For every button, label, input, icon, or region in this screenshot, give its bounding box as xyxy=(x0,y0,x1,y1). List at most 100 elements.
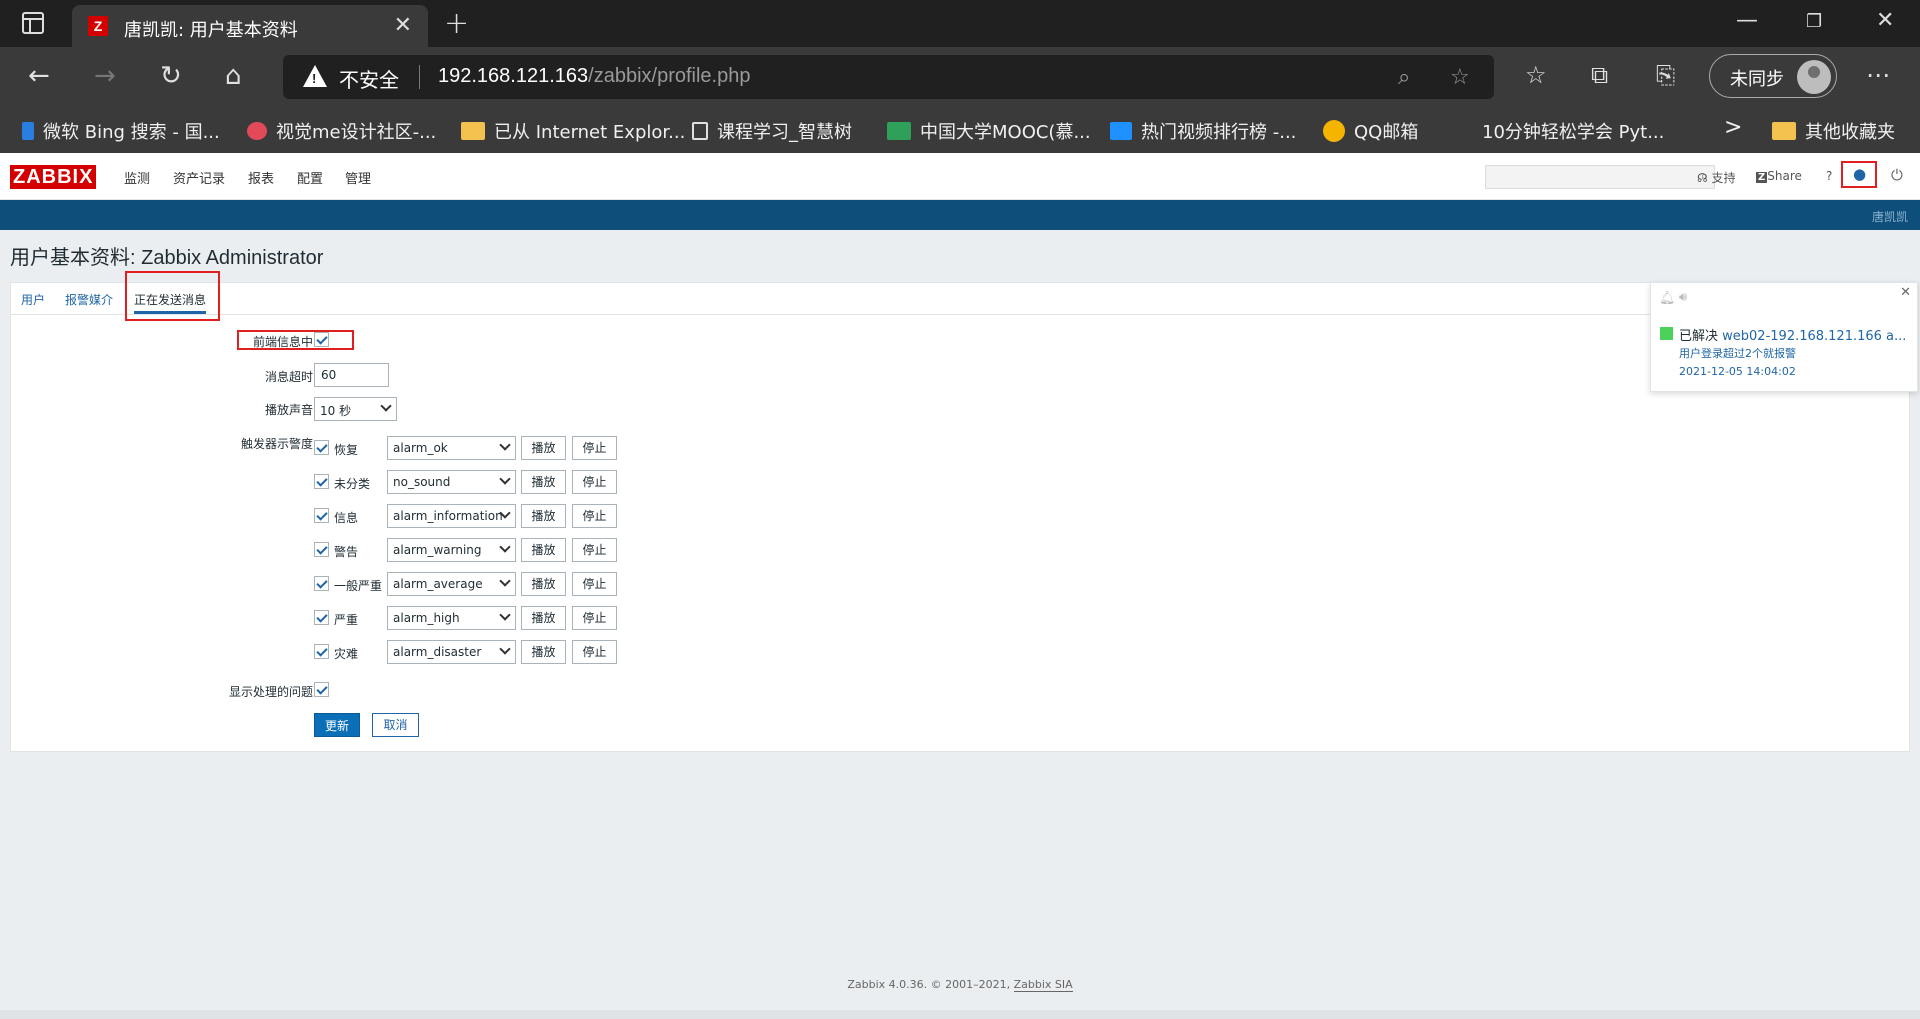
bookmark-zhihuishu[interactable]: 课程学习_智慧树 xyxy=(692,118,852,144)
bookmark-bing[interactable]: 微软 Bing 搜索 - 国... xyxy=(22,118,220,144)
severity-checkbox[interactable] xyxy=(314,644,329,659)
help-link[interactable]: ? xyxy=(1826,169,1832,183)
tab-title: 唐凯凯: 用户基本资料 xyxy=(124,20,298,41)
share-link[interactable]: Z Share xyxy=(1756,169,1802,183)
stop-button[interactable]: 停止 xyxy=(572,470,617,494)
user-profile-button[interactable]: ● xyxy=(1841,161,1877,188)
severity-sound-select[interactable]: alarm_warning xyxy=(387,538,516,562)
bookmark-shijueme[interactable]: 视觉me设计社区-... xyxy=(247,118,436,144)
stop-button[interactable]: 停止 xyxy=(572,640,617,664)
bell-icon[interactable]: 🔔︎ xyxy=(1659,291,1676,306)
severity-checkbox[interactable] xyxy=(314,508,329,523)
home-icon[interactable]: ⌂ xyxy=(225,61,242,91)
show-suppressed-checkbox[interactable] xyxy=(314,682,329,697)
user-icon: ● xyxy=(1853,165,1867,183)
restore-icon[interactable]: ❐ xyxy=(1806,11,1822,32)
chevron-right-icon[interactable]: > xyxy=(1724,115,1742,140)
bookmarks-bar: 微软 Bing 搜索 - 国... 视觉me设计社区-... 已从 Intern… xyxy=(0,107,1920,153)
bookmark-qqmail[interactable]: QQ邮箱 xyxy=(1323,118,1418,144)
profile-avatar xyxy=(1797,60,1831,94)
severity-name: 灾难 xyxy=(334,647,359,661)
browser-tab[interactable]: Z 唐凯凯: 用户基本资料 ✕ xyxy=(72,5,428,47)
screenshot-icon[interactable]: ⎘ xyxy=(1656,61,1675,89)
mooc-icon xyxy=(887,122,911,140)
footer-link[interactable]: Zabbix SIA xyxy=(1013,978,1073,992)
bookmark-ie-folder[interactable]: 已从 Internet Explor... xyxy=(461,118,685,144)
play-button[interactable]: 播放 xyxy=(521,436,566,460)
support-link[interactable]: ☊ 支持 xyxy=(1697,169,1736,186)
notification-message[interactable]: 用户登录超过2个就报警 xyxy=(1679,345,1796,361)
speaker-icon[interactable]: 🔊︎ xyxy=(1679,290,1687,305)
notification-host-link[interactable]: web02-192.168.121.166 a... xyxy=(1722,329,1906,344)
severity-checkbox[interactable] xyxy=(314,440,329,455)
page-title: 用户基本资料: Zabbix Administrator xyxy=(10,247,324,269)
stop-button[interactable]: 停止 xyxy=(572,606,617,630)
profile-form-panel: 用户 报警媒介 正在发送消息 前端信息中 消息超时 60 播放声音 10 秒 触… xyxy=(10,271,1910,752)
severity-sound-value: alarm_disaster xyxy=(393,645,482,659)
severity-sound-select[interactable]: alarm_disaster xyxy=(387,640,516,664)
collections-icon[interactable]: ⧉ xyxy=(1591,61,1608,89)
chevron-down-icon xyxy=(499,439,511,451)
bookmark-other-folder[interactable]: 其他收藏夹 xyxy=(1772,118,1895,144)
bookmark-python[interactable]: 10分钟轻松学会 Pyt... xyxy=(1482,118,1664,144)
stop-button[interactable]: 停止 xyxy=(572,436,617,460)
stop-button[interactable]: 停止 xyxy=(572,504,617,528)
bookmark-mooc[interactable]: 中国大学MOOC(慕... xyxy=(887,118,1091,144)
timeout-input[interactable]: 60 xyxy=(314,363,389,387)
play-button[interactable]: 播放 xyxy=(521,640,566,664)
severity-sound-select[interactable]: no_sound xyxy=(387,470,516,494)
add-favorite-icon[interactable]: ☆ xyxy=(1450,65,1470,90)
severity-sound-select[interactable]: alarm_high xyxy=(387,606,516,630)
menu-administration[interactable]: 管理 xyxy=(345,168,371,187)
play-button[interactable]: 播放 xyxy=(521,504,566,528)
tab-user[interactable]: 用户 xyxy=(21,291,45,308)
close-window-icon[interactable]: ✕ xyxy=(1876,8,1894,33)
play-button[interactable]: 播放 xyxy=(521,470,566,494)
zabbix-logo[interactable]: ZABBIX xyxy=(10,165,97,189)
severity-checkbox[interactable] xyxy=(314,610,329,625)
play-button[interactable]: 播放 xyxy=(521,572,566,596)
play-sound-select[interactable]: 10 秒 xyxy=(314,397,397,421)
refresh-icon[interactable]: ↻ xyxy=(160,61,182,91)
profile-sync-button[interactable]: 未同步 xyxy=(1709,54,1837,98)
cancel-button[interactable]: 取消 xyxy=(372,713,419,737)
forward-icon[interactable]: → xyxy=(94,61,116,91)
stop-button[interactable]: 停止 xyxy=(572,572,617,596)
frontend-messaging-label: 前端信息中 xyxy=(252,335,313,349)
zabbix-favicon-icon: Z xyxy=(88,16,108,36)
address-bar[interactable]: 不安全 192.168.121.163/zabbix/profile.php ⌕… xyxy=(283,55,1494,99)
menu-reports[interactable]: 报表 xyxy=(248,168,274,187)
sign-out-icon[interactable]: ⏻ xyxy=(1891,166,1903,184)
bookmark-bilibili[interactable]: 热门视频排行榜 -... xyxy=(1110,118,1296,144)
severity-checkbox[interactable] xyxy=(314,474,329,489)
more-options-icon[interactable]: ⋯ xyxy=(1866,61,1890,89)
tab-actions-icon[interactable] xyxy=(22,12,44,34)
menu-monitoring[interactable]: 监测 xyxy=(124,168,150,187)
severity-sound-value: alarm_ok xyxy=(393,441,448,455)
stop-button[interactable]: 停止 xyxy=(572,538,617,562)
menu-configuration[interactable]: 配置 xyxy=(297,168,323,187)
severity-sound-select[interactable]: alarm_ok xyxy=(387,436,516,460)
bookmark-label: 微软 Bing 搜索 - 国... xyxy=(43,122,220,143)
frontend-messaging-checkbox[interactable] xyxy=(314,332,329,347)
menu-inventory[interactable]: 资产记录 xyxy=(173,168,225,187)
global-search-input[interactable]: ⌕ xyxy=(1485,165,1715,189)
play-button[interactable]: 播放 xyxy=(521,538,566,562)
new-tab-icon[interactable]: + xyxy=(444,6,469,41)
severity-sound-select[interactable]: alarm_information xyxy=(387,504,516,528)
tab-media[interactable]: 报警媒介 xyxy=(65,291,113,308)
severity-checkbox[interactable] xyxy=(314,576,329,591)
notification-time[interactable]: 2021-12-05 14:04:02 xyxy=(1679,365,1796,378)
minimize-icon[interactable]: — xyxy=(1736,8,1758,33)
zoom-icon[interactable]: ⌕ xyxy=(1398,65,1410,90)
back-icon[interactable]: ← xyxy=(28,61,50,91)
update-button[interactable]: 更新 xyxy=(314,713,360,737)
close-icon[interactable]: ✕ xyxy=(1900,285,1911,300)
severity-checkbox[interactable] xyxy=(314,542,329,557)
zabbix-header: ZABBIX 监测 资产记录 报表 配置 管理 ⌕ ☊ 支持 Z Share ? … xyxy=(0,153,1920,200)
severity-sound-select[interactable]: alarm_average xyxy=(387,572,516,596)
play-button[interactable]: 播放 xyxy=(521,606,566,630)
favorites-icon[interactable]: ☆ xyxy=(1525,61,1547,89)
close-tab-icon[interactable]: ✕ xyxy=(394,13,412,38)
severity-name: 信息 xyxy=(334,511,359,525)
